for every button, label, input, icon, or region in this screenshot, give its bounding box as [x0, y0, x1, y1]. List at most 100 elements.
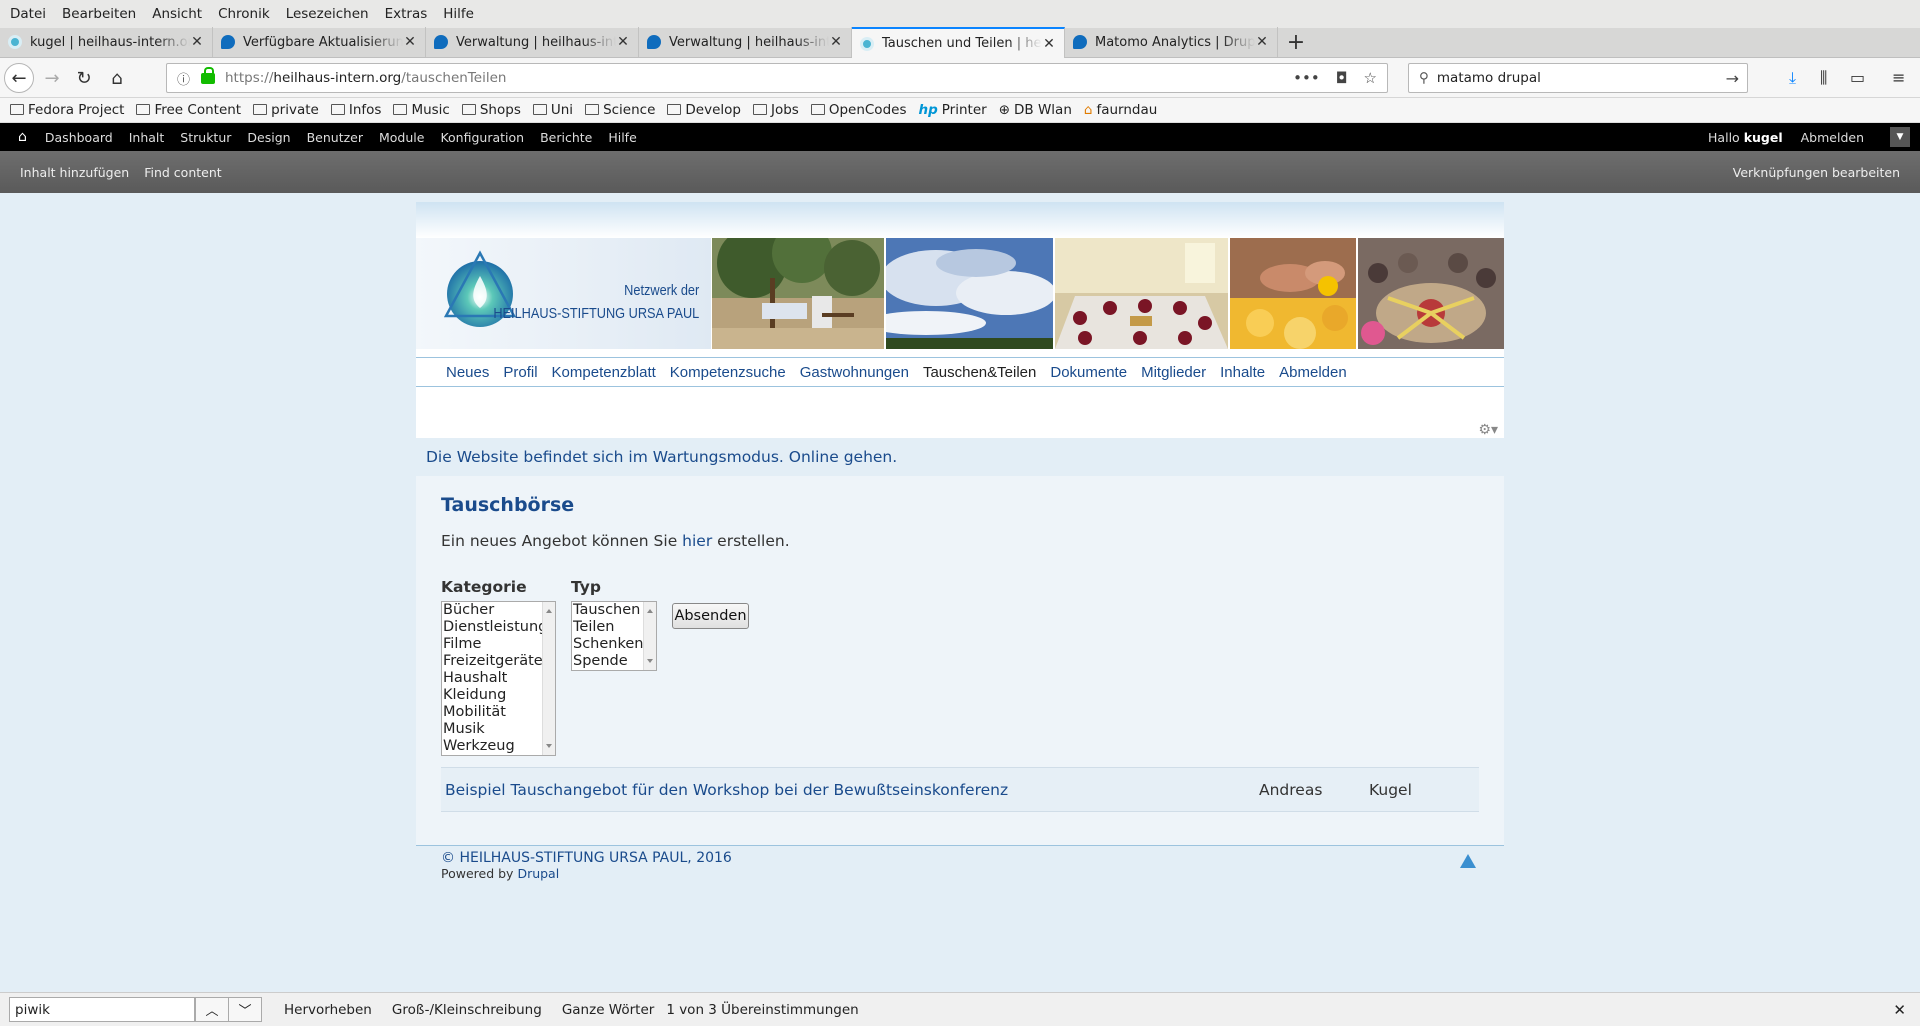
search-go-icon[interactable]: →	[1726, 69, 1739, 88]
bookmark-folder[interactable]: Music	[393, 102, 450, 118]
close-icon[interactable]: ✕	[1255, 34, 1269, 50]
reload-button[interactable]: ↻	[70, 64, 98, 92]
toolbar-konfiguration[interactable]: Konfiguration	[432, 130, 532, 145]
sidebar-icon[interactable]: ▭	[1850, 68, 1865, 87]
info-icon[interactable]: ⓘ	[177, 69, 195, 88]
tab-0[interactable]: kugel | heilhaus-intern.org ✕	[0, 27, 213, 57]
nav-tauschen-teilen[interactable]: Tauschen&Teilen	[923, 364, 1036, 381]
category-option[interactable]: Haushalt	[442, 670, 555, 687]
new-tab-button[interactable]: +	[1278, 27, 1314, 57]
tab-1[interactable]: Verfügbare Aktualisierungen✕	[213, 27, 426, 57]
toolbar-logout[interactable]: Abmelden	[1801, 130, 1864, 145]
home-button[interactable]: ⌂	[103, 64, 131, 92]
toolbar-module[interactable]: Module	[371, 130, 432, 145]
nav-gastwohnungen[interactable]: Gastwohnungen	[800, 364, 909, 381]
gear-icon[interactable]: ⚙▾	[1478, 422, 1498, 438]
toolbar-inhalt[interactable]: Inhalt	[121, 130, 173, 145]
hamburger-menu-icon[interactable]: ≡	[1892, 68, 1905, 87]
nav-neues[interactable]: Neues	[446, 364, 489, 381]
type-select[interactable]: Tauschen Teilen Schenken Spende	[571, 601, 657, 671]
menu-lesezeichen[interactable]: Lesezeichen	[278, 6, 377, 22]
nav-inhalte[interactable]: Inhalte	[1220, 364, 1265, 381]
toolbar-berichte[interactable]: Berichte	[532, 130, 600, 145]
nav-kompetenzblatt[interactable]: Kompetenzblatt	[552, 364, 656, 381]
site-branding[interactable]: Netzwerk der HEILHAUS-STIFTUNG URSA PAUL	[416, 238, 711, 349]
category-option[interactable]: Bücher	[442, 602, 555, 619]
bookmark-folder[interactable]: Develop	[667, 102, 741, 118]
menu-datei[interactable]: Datei	[2, 6, 54, 22]
find-previous-button[interactable]: ︿	[195, 997, 229, 1022]
toolbar-toggle-icon[interactable]: ▼	[1890, 127, 1910, 147]
category-scrollbar[interactable]	[542, 602, 555, 755]
download-icon[interactable]: ⤓	[1789, 68, 1796, 88]
category-option[interactable]: Musik	[442, 721, 555, 738]
close-icon[interactable]: ✕	[190, 34, 204, 50]
bookmark-folder[interactable]: Shops	[461, 102, 521, 118]
close-icon[interactable]: ✕	[616, 34, 630, 50]
url-bar[interactable]: ⓘ https://heilhaus-intern.org/tauschenTe…	[166, 63, 1388, 93]
close-icon[interactable]: ✕	[1893, 1001, 1906, 1019]
category-option[interactable]: Freizeitgeräte	[442, 653, 555, 670]
bookmark-link[interactable]: hp Printer	[918, 102, 986, 118]
nav-kompetenzsuche[interactable]: Kompetenzsuche	[670, 364, 786, 381]
toolbar-hilfe[interactable]: Hilfe	[600, 130, 644, 145]
category-option[interactable]: Filme	[442, 636, 555, 653]
toolbar-design[interactable]: Design	[239, 130, 298, 145]
find-words-toggle[interactable]: Ganze Wörter	[562, 1002, 655, 1018]
close-icon[interactable]: ✕	[403, 34, 417, 50]
toolbar-dashboard[interactable]: Dashboard	[37, 130, 121, 145]
category-option[interactable]: Dienstleistung	[442, 619, 555, 636]
type-scrollbar[interactable]	[643, 602, 656, 670]
tab-5[interactable]: Matomo Analytics | Drupal ✕	[1065, 27, 1278, 57]
toolbar-username[interactable]: kugel	[1744, 130, 1783, 145]
create-offer-link[interactable]: hier	[682, 532, 712, 550]
submit-button[interactable]: Absenden	[672, 603, 749, 629]
bookmark-folder[interactable]: OpenCodes	[810, 102, 906, 118]
find-highlight-toggle[interactable]: Hervorheben	[284, 1002, 372, 1018]
nav-dokumente[interactable]: Dokumente	[1050, 364, 1127, 381]
shortcut-edit[interactable]: Verknüpfungen bearbeiten	[1733, 165, 1920, 180]
find-next-button[interactable]: ﹀	[228, 997, 262, 1022]
home-icon[interactable]: ⌂	[0, 129, 37, 145]
find-input[interactable]: piwik	[9, 997, 195, 1022]
category-option[interactable]: Mobilität	[442, 704, 555, 721]
lock-icon[interactable]	[201, 66, 215, 84]
bookmark-star-icon[interactable]: ☆	[1364, 69, 1377, 87]
search-bar[interactable]: ⚲ matamo drupal →	[1408, 63, 1748, 93]
bookmark-folder[interactable]: Infos	[330, 102, 381, 118]
pocket-icon[interactable]: ◘	[1336, 69, 1348, 87]
shortcut-add-content[interactable]: Inhalt hinzufügen	[0, 165, 129, 180]
nav-profil[interactable]: Profil	[503, 364, 537, 381]
bookmark-link[interactable]: ⌂ faurndau	[1084, 102, 1157, 118]
search-input[interactable]: matamo drupal	[1437, 70, 1541, 86]
category-option[interactable]: Werkzeug	[442, 738, 555, 755]
menu-chronik[interactable]: Chronik	[210, 6, 278, 22]
back-to-top-icon[interactable]	[1460, 854, 1476, 868]
forward-button[interactable]: →	[38, 64, 66, 92]
menu-hilfe[interactable]: Hilfe	[435, 6, 482, 22]
close-icon[interactable]: ✕	[829, 34, 843, 50]
nav-mitglieder[interactable]: Mitglieder	[1141, 364, 1206, 381]
shortcut-find-content[interactable]: Find content	[129, 165, 221, 180]
page-actions-icon[interactable]: •••	[1293, 69, 1320, 87]
close-icon[interactable]: ✕	[1042, 36, 1056, 52]
drupal-link[interactable]: Drupal	[517, 866, 559, 881]
bookmark-folder[interactable]: Uni	[532, 102, 573, 118]
bookmark-link[interactable]: ⊕ DB Wlan	[999, 102, 1072, 118]
menu-bearbeiten[interactable]: Bearbeiten	[54, 6, 144, 22]
menu-ansicht[interactable]: Ansicht	[144, 6, 210, 22]
tab-3[interactable]: Verwaltung | heilhaus-intern✕	[639, 27, 852, 57]
bookmark-folder[interactable]: Science	[585, 102, 655, 118]
tab-2[interactable]: Verwaltung | heilhaus-intern✕	[426, 27, 639, 57]
back-button[interactable]: ←	[4, 63, 34, 93]
library-icon[interactable]: ⫼	[1820, 68, 1827, 88]
category-select[interactable]: Bücher Dienstleistung Filme Freizeitgerä…	[441, 601, 556, 756]
bookmark-folder[interactable]: Jobs	[752, 102, 799, 118]
offer-title-link[interactable]: Beispiel Tauschangebot für den Workshop …	[441, 781, 1259, 799]
bookmark-folder[interactable]: Free Content	[136, 102, 241, 118]
maintenance-message[interactable]: Die Website befindet sich im Wartungsmod…	[416, 438, 1504, 476]
find-case-toggle[interactable]: Groß-/Kleinschreibung	[392, 1002, 542, 1018]
toolbar-struktur[interactable]: Struktur	[172, 130, 239, 145]
category-option[interactable]: Kleidung	[442, 687, 555, 704]
bookmark-folder[interactable]: Fedora Project	[10, 102, 124, 118]
